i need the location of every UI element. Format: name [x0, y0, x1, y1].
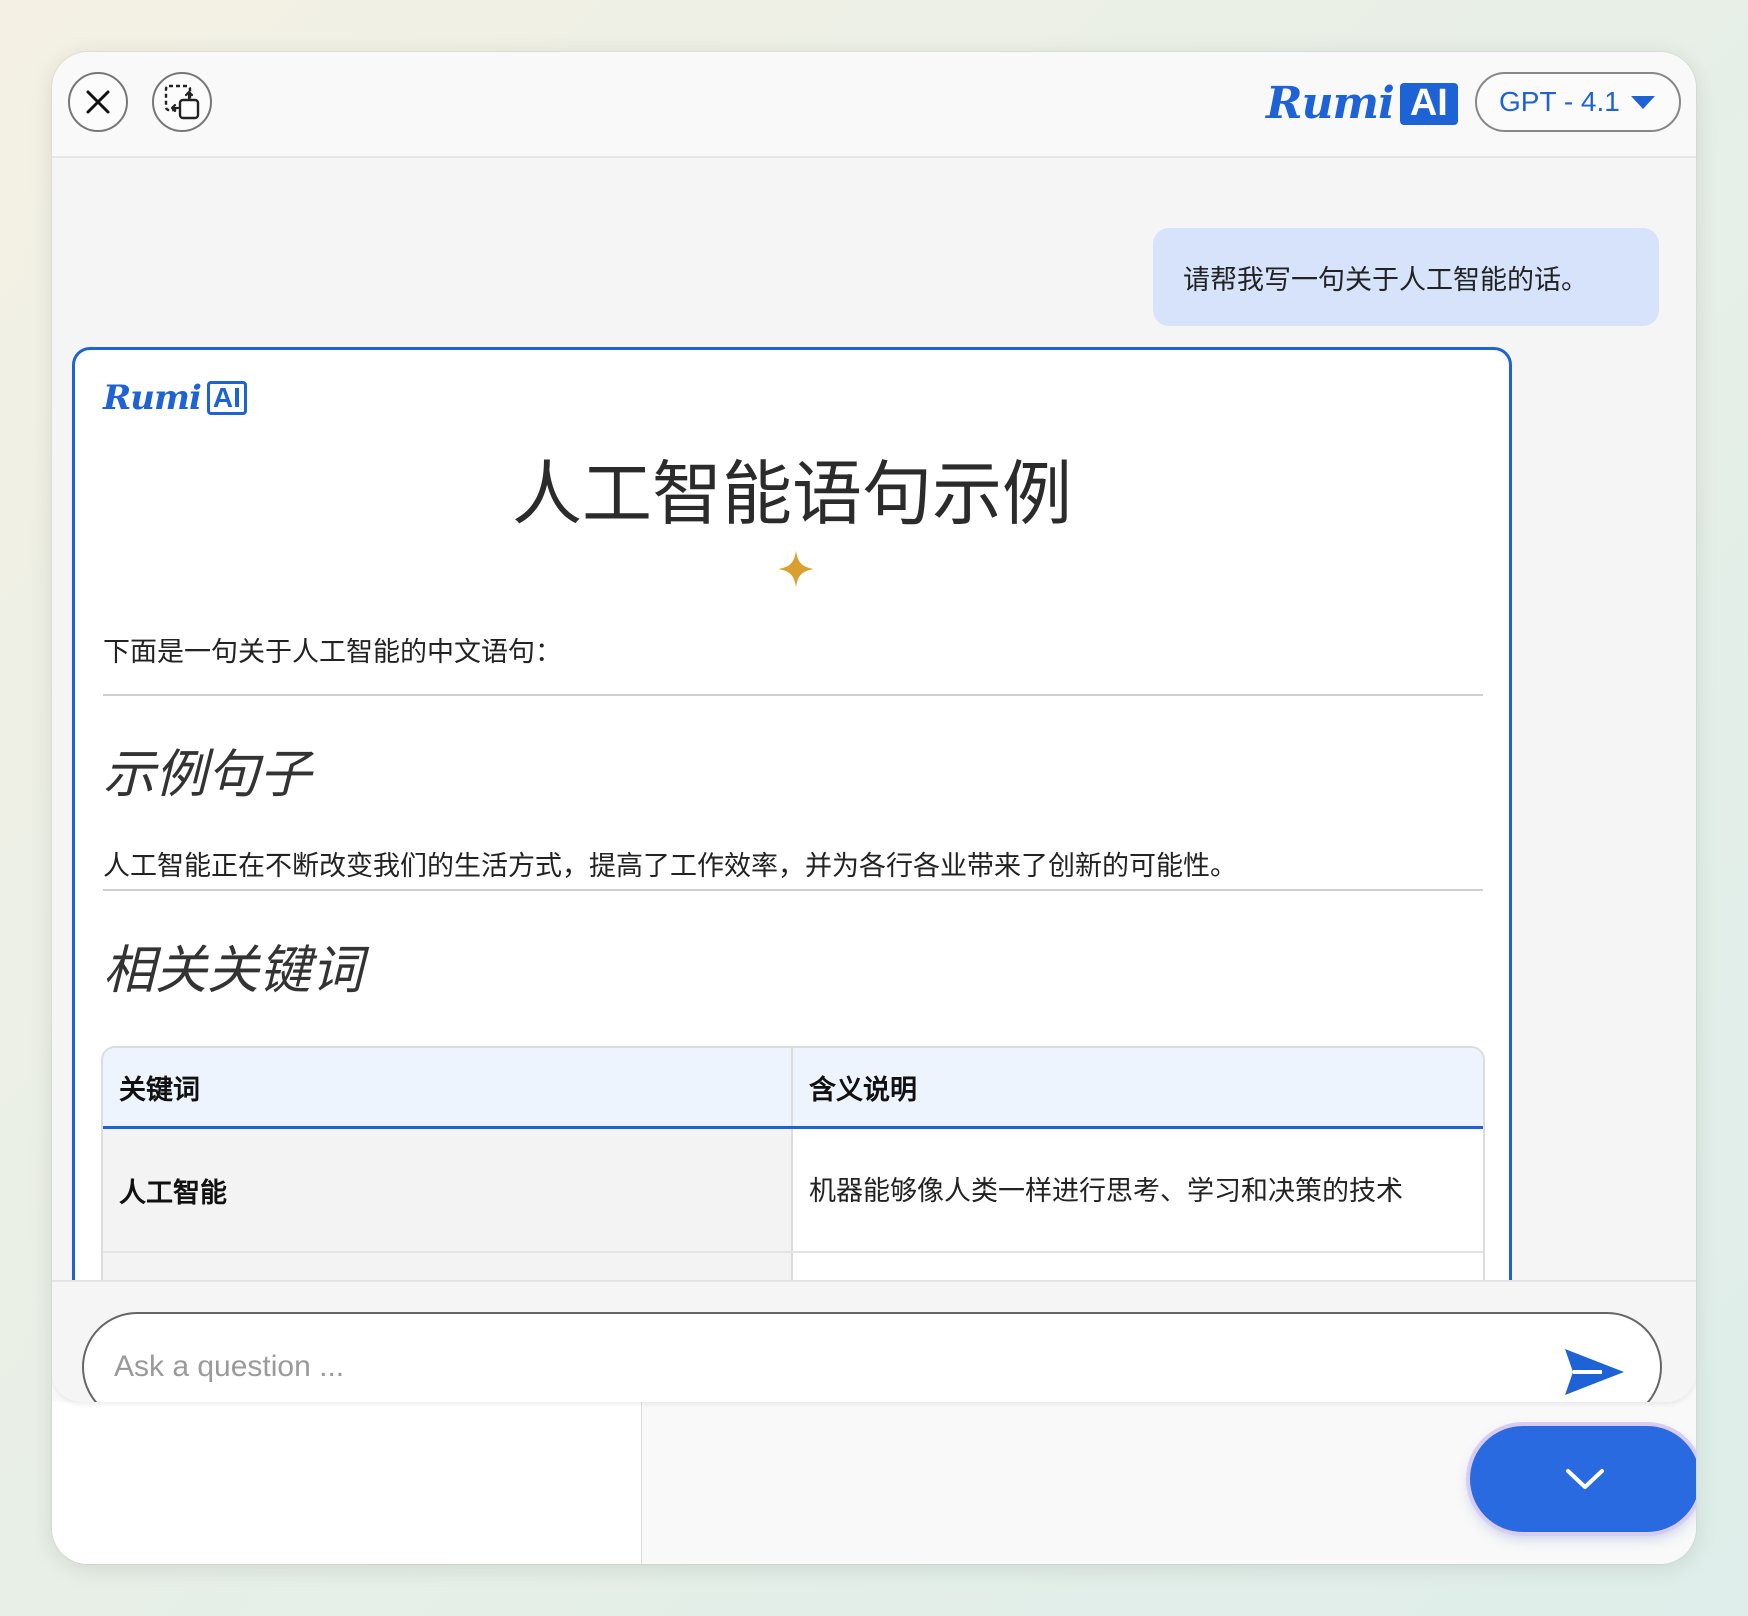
- keywords-table: 关键词 含义说明 人工智能 机器能够像人类一样进行思考、学习和决策的技术: [101, 1046, 1485, 1280]
- model-selector[interactable]: GPT - 4.1: [1475, 72, 1681, 132]
- rumi-ai-logo: Rumi AI: [1266, 78, 1458, 129]
- scroll-down-button[interactable]: [1470, 1426, 1696, 1532]
- assistant-answer-card: Rumi AI 人工智能语句示例 下面是一句关于人工智能的中文语句： 示例句子 …: [72, 347, 1512, 1280]
- composer-bar: [52, 1280, 1696, 1402]
- send-icon: [1565, 1349, 1624, 1395]
- logo-word: Rumi: [1266, 78, 1395, 129]
- logo-badge: AI: [1399, 82, 1458, 125]
- example-sentence: 人工智能正在不断改变我们的生活方式，提高了工作效率，并为各行各业带来了创新的可能…: [103, 851, 1237, 882]
- caret-down-icon: [1631, 96, 1655, 109]
- answer-logo-word: Rumi: [103, 378, 202, 418]
- sparkle-icon: [778, 551, 814, 587]
- answer-title: 人工智能语句示例: [512, 453, 1072, 535]
- table-header-cell: 关键词: [103, 1048, 793, 1126]
- section-heading-keywords: 相关关键词: [103, 941, 364, 1001]
- user-message-bubble: 请帮我写一句关于人工智能的话。: [1153, 228, 1659, 326]
- table-header-row: 关键词 含义说明: [103, 1048, 1483, 1129]
- table-cell-empty: [103, 1253, 793, 1280]
- send-button[interactable]: [1560, 1344, 1628, 1400]
- section-heading-example: 示例句子: [103, 745, 312, 805]
- background-page: [52, 1402, 1696, 1564]
- panel-header: Rumi AI GPT - 4.1: [52, 52, 1696, 158]
- background-left-pane: [52, 1402, 643, 1564]
- chat-area[interactable]: 请帮我写一句关于人工智能的话。 Rumi AI 人工智能语句示例 下面是一句关于…: [52, 158, 1696, 1280]
- divider: [103, 889, 1483, 891]
- ask-question-input[interactable]: [82, 1312, 1662, 1402]
- divider: [103, 694, 1483, 696]
- rumi-ai-window: Rumi AI GPT - 4.1 请帮我写一句关于人工智能的话。 Rumi A…: [52, 52, 1696, 1564]
- close-icon: [86, 90, 110, 114]
- screen-capture-icon: [164, 84, 200, 120]
- table-cell-meaning: 机器能够像人类一样进行思考、学习和决策的技术: [793, 1129, 1483, 1251]
- answer-intro: 下面是一句关于人工智能的中文语句：: [103, 637, 562, 668]
- answer-logo: Rumi AI: [103, 378, 247, 418]
- table-row-cut-off: [103, 1253, 1483, 1280]
- table-cell-empty: [793, 1253, 1483, 1280]
- screen-capture-button[interactable]: [152, 72, 212, 132]
- model-label: GPT - 4.1: [1499, 86, 1620, 117]
- assistant-panel: Rumi AI GPT - 4.1 请帮我写一句关于人工智能的话。 Rumi A…: [52, 52, 1696, 1402]
- table-header-cell: 含义说明: [809, 1074, 917, 1106]
- table-row: 人工智能 机器能够像人类一样进行思考、学习和决策的技术: [103, 1129, 1483, 1253]
- table-cell-keyword: 人工智能: [103, 1129, 793, 1251]
- close-button[interactable]: [68, 72, 128, 132]
- answer-logo-badge: AI: [206, 381, 247, 415]
- chevron-down-icon: [1566, 1469, 1604, 1489]
- user-message-text: 请帮我写一句关于人工智能的话。: [1183, 264, 1588, 296]
